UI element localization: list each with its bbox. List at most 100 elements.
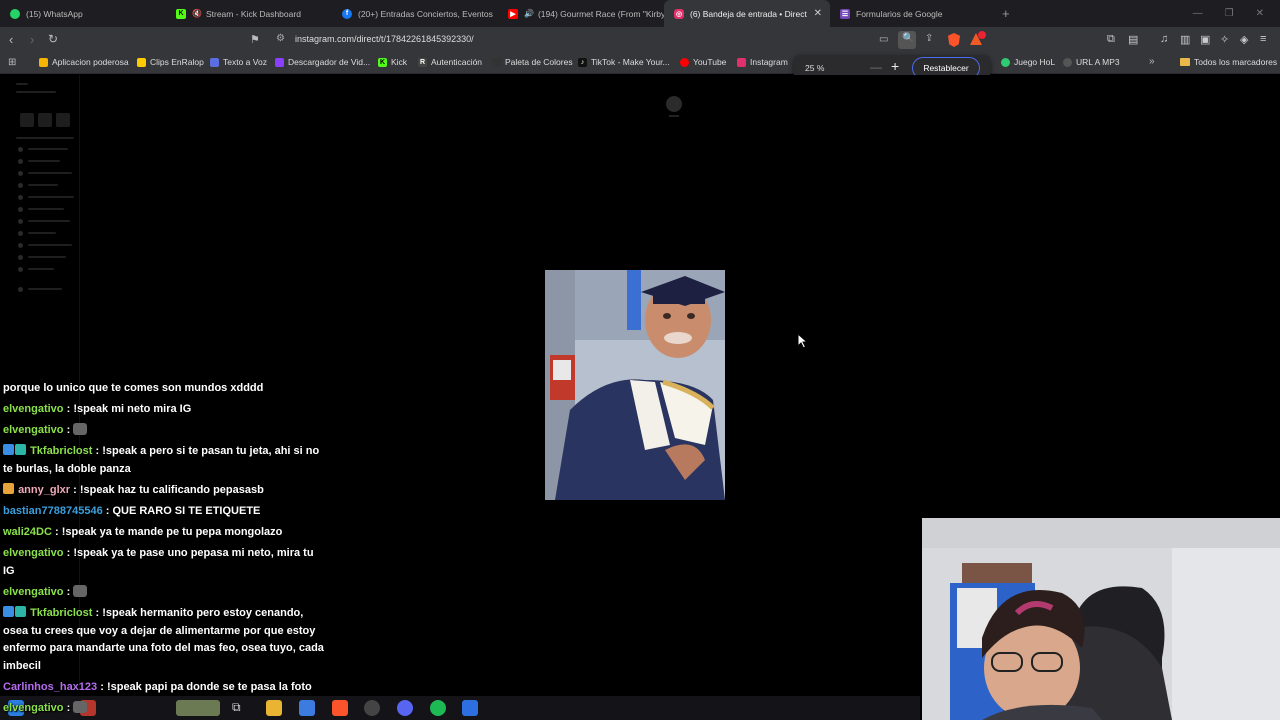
bookmark-label: Texto a Voz (223, 57, 267, 67)
conversation-avatar[interactable] (18, 207, 23, 212)
tab-google-forms[interactable]: ☰ Formularios de Google (830, 0, 996, 27)
tab-whatsapp[interactable]: (15) WhatsApp (0, 0, 166, 27)
note-thumbnail[interactable] (56, 113, 70, 127)
chat-username: elvengativo (3, 424, 64, 436)
conversation-avatar[interactable] (18, 171, 23, 176)
close-window-icon[interactable]: ✕ (1256, 8, 1264, 19)
chat-message: elvengativo : !speak ya te pase uno pepa… (3, 547, 314, 577)
chat-header-avatar[interactable] (666, 96, 682, 112)
tab-kick[interactable]: K 🔇 Stream - Kick Dashboard (166, 0, 332, 27)
chat-message: elvengativo : (3, 422, 325, 440)
conversation-item[interactable] (28, 184, 58, 186)
new-tab-button[interactable]: + (1002, 6, 1010, 21)
tab-title: Stream - Kick Dashboard (205, 8, 301, 19)
conversation-item[interactable] (28, 196, 74, 198)
tab-facebook[interactable]: f (20+) Entradas Conciertos, Eventos (332, 0, 498, 27)
conversation-item[interactable] (28, 232, 56, 234)
conversation-item[interactable] (28, 160, 60, 162)
url-text[interactable]: instagram.com/direct/t/17842261845392330… (295, 34, 474, 44)
speaker-icon[interactable]: 🔊 (524, 9, 534, 18)
bookmark-icon[interactable]: ⚑ (250, 33, 260, 46)
chat-message: elvengativo : (3, 700, 325, 718)
zoom-in-button[interactable]: + (891, 58, 899, 74)
extensions-icon[interactable]: ⧉ (1107, 33, 1115, 46)
minimize-icon[interactable]: — (1193, 8, 1203, 19)
conversation-item[interactable] (28, 288, 62, 290)
vpn-icon[interactable]: ◈ (1240, 33, 1248, 46)
apps-grid-icon[interactable]: ⊞ (8, 57, 16, 68)
subscriber-badge-icon (3, 483, 14, 494)
bookmark-item[interactable]: Aplicacion poderosa (39, 57, 129, 67)
bookmark-item[interactable]: Descargador de Vid... (275, 57, 370, 67)
conversation-item[interactable] (28, 148, 68, 150)
back-icon[interactable]: ‹ (9, 32, 13, 47)
forward-icon[interactable]: › (30, 32, 34, 47)
share-icon[interactable]: ⇪ (925, 33, 933, 44)
bookmark-item[interactable]: ♪ TikTok - Make Your... (578, 57, 670, 67)
tab-title: (194) Gourmet Race (From "Kirby (537, 8, 664, 19)
bookmark-item[interactable]: K Kick (378, 57, 407, 67)
bookmark-item[interactable]: YouTube (680, 57, 726, 67)
kick-icon: K (378, 57, 387, 67)
bookmark-item[interactable]: Juego HoL (1001, 57, 1055, 67)
more-bookmarks-icon[interactable]: » (1149, 56, 1155, 67)
reading-list-icon[interactable]: ▥ (1180, 33, 1190, 46)
app-icon[interactable] (462, 700, 478, 716)
conversation-item[interactable] (28, 208, 64, 210)
leo-ai-icon[interactable]: ✧ (1220, 33, 1229, 46)
conversation-item[interactable] (28, 256, 66, 258)
conversation-item[interactable] (28, 244, 72, 246)
speaker-muted-icon[interactable]: 🔇 (192, 9, 202, 18)
chat-header-name[interactable] (669, 115, 679, 117)
close-tab-icon[interactable]: ✕ (814, 8, 822, 19)
shared-photo[interactable] (545, 270, 725, 500)
all-bookmarks-folder[interactable]: Todos los marcadores (1180, 57, 1277, 67)
zoom-out-button[interactable]: — (870, 60, 882, 74)
sidebar-icon[interactable]: ▤ (1128, 33, 1138, 46)
vip-badge-icon (15, 444, 26, 455)
tab-title: Formularios de Google (856, 8, 943, 19)
bookmark-item[interactable]: Texto a Voz (210, 57, 267, 67)
bookmark-item[interactable]: Clips EnRalop (137, 57, 204, 67)
emote-icon (73, 701, 88, 713)
conversation-avatar[interactable] (18, 255, 23, 260)
chat-username: elvengativo (3, 547, 64, 559)
bookmark-item[interactable]: URL A MP3 (1063, 57, 1120, 67)
note-thumbnail[interactable] (20, 113, 34, 127)
media-icon[interactable]: ♫ (1160, 33, 1168, 45)
discord-icon[interactable] (397, 700, 413, 716)
conversation-avatar[interactable] (18, 287, 23, 292)
chat-text: !speak haz tu calificando pepasasb (79, 484, 264, 496)
google-forms-icon: ☰ (840, 8, 850, 19)
conversation-item[interactable] (28, 268, 54, 270)
site-info-icon[interactable]: ⚙ (276, 33, 285, 44)
reload-icon[interactable]: ↻ (48, 32, 58, 46)
conversation-avatar[interactable] (18, 147, 23, 152)
tab-youtube[interactable]: ▶ 🔊 (194) Gourmet Race (From "Kirby (498, 0, 664, 27)
menu-icon[interactable]: ≡ (1260, 33, 1266, 45)
conversation-avatar[interactable] (18, 231, 23, 236)
conversation-avatar[interactable] (18, 243, 23, 248)
brave-browser-icon[interactable] (332, 700, 348, 716)
restore-icon[interactable]: ❐ (1225, 8, 1234, 19)
chat-message: bastian7788745546 : QUE RARO SI TE ETIQU… (3, 505, 261, 517)
conversation-avatar[interactable] (18, 195, 23, 200)
obs-icon[interactable] (364, 700, 380, 716)
note-thumbnail[interactable] (38, 113, 52, 127)
conversation-avatar[interactable] (18, 267, 23, 272)
tab-instagram[interactable]: ◎ (6) Bandeja de entrada • Direct ✕ (664, 0, 830, 27)
conversation-avatar[interactable] (18, 219, 23, 224)
spotify-icon[interactable] (430, 700, 446, 716)
bookmark-favicon-icon (39, 57, 48, 67)
wallet-icon[interactable]: ▣ (1200, 33, 1210, 46)
bookmark-item[interactable]: Paleta de Colores (492, 57, 573, 67)
zoom-icon[interactable]: 🔍 (902, 33, 914, 44)
bookmark-item[interactable]: R Autenticación (418, 57, 482, 67)
conversation-item[interactable] (28, 220, 70, 222)
conversation-item[interactable] (28, 172, 72, 174)
cast-icon[interactable]: ▭ (879, 34, 888, 45)
conversation-avatar[interactable] (18, 183, 23, 188)
bookmark-item[interactable]: Instagram (737, 57, 788, 67)
conversation-avatar[interactable] (18, 159, 23, 164)
kick-icon: K (176, 8, 186, 19)
